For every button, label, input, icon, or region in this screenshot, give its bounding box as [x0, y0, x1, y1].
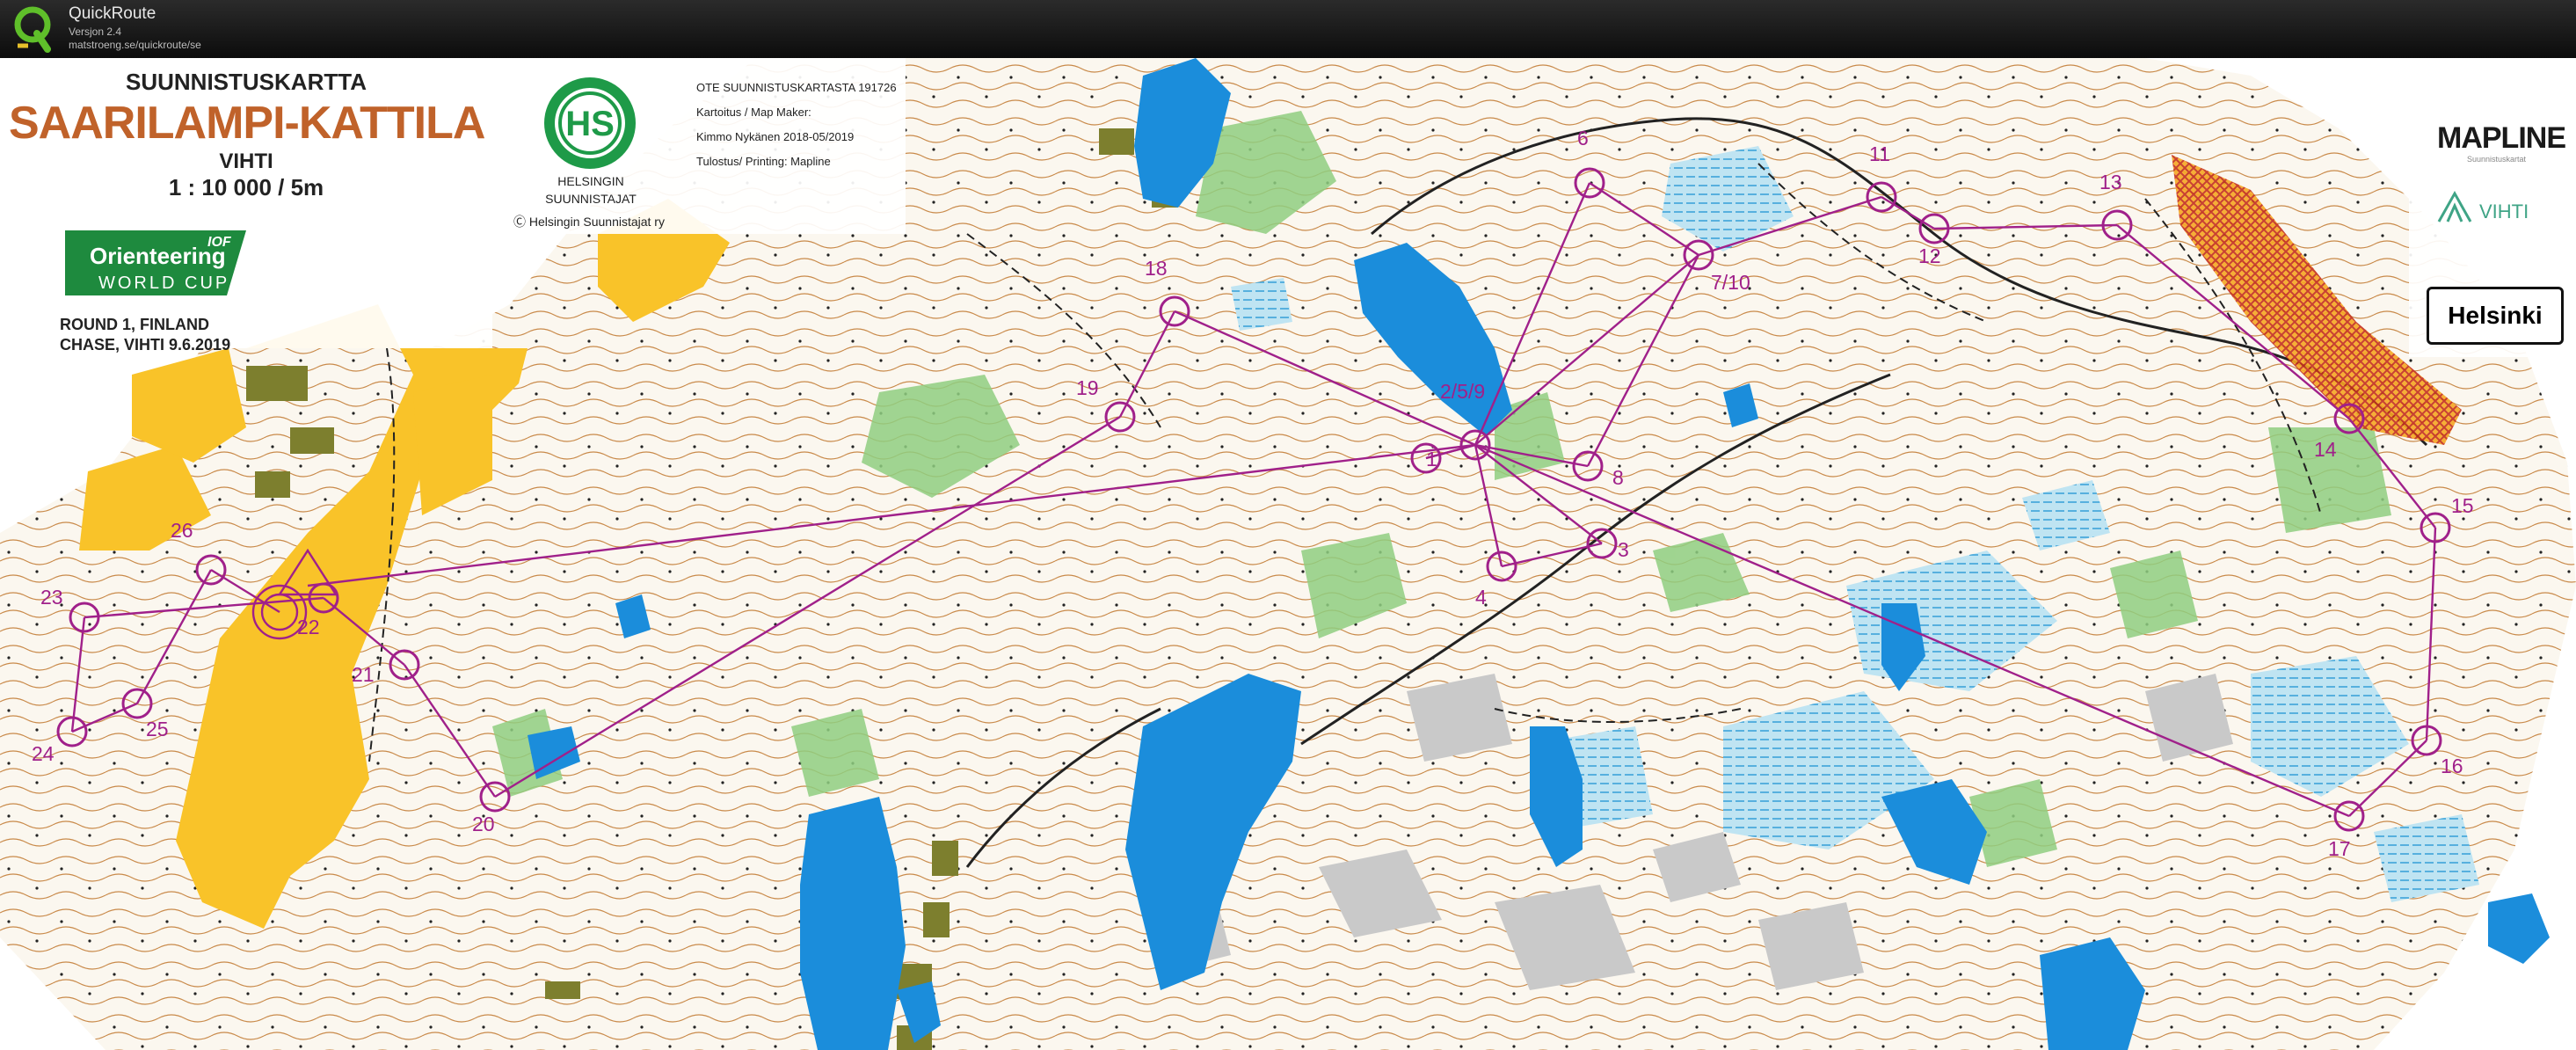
- control-label: 4: [1475, 586, 1487, 609]
- credits-line1: OTE SUUNNISTUSKARTASTA 191726: [696, 81, 897, 94]
- map-title-main: SAARILAMPI-KATTILA: [9, 98, 485, 149]
- control-label: 15: [2451, 494, 2474, 517]
- map-view[interactable]: 1 2/5/9 3 4 6 7/10 8 11 12 13 14 15 16 17 18 19 20 21 22 23…: [0, 58, 2576, 1050]
- wc-logo-line1: Orienteering: [90, 243, 226, 269]
- credits-line3: Kimmo Nykänen 2018-05/2019: [696, 130, 855, 143]
- control-label: 21: [352, 663, 375, 686]
- event-line2: CHASE, VIHTI 9.6.2019: [60, 336, 231, 354]
- control-label: 1: [1426, 448, 1437, 470]
- event-info: ROUND 1, FINLAND CHASE, VIHTI 9.6.2019: [60, 315, 230, 355]
- app-name: QuickRoute: [69, 4, 156, 23]
- wc-logo-line2: WORLD CUP: [98, 273, 229, 293]
- copyright-text: Helsingin Suunnistajat ry: [528, 215, 665, 229]
- quickroute-logo-icon: [14, 6, 51, 53]
- control-label: 23: [40, 586, 63, 609]
- control-label: 19: [1076, 376, 1099, 399]
- vihti-logo-icon: [2437, 190, 2472, 222]
- copyright-icon: Ⓒ: [513, 215, 526, 229]
- map-title-line1: SUUNNISTUSKARTTA: [126, 69, 367, 95]
- mapline-logo-sub: Suunnistuskartat: [2467, 155, 2527, 164]
- control-label: 3: [1618, 538, 1629, 561]
- credits-line2: Kartoitus / Map Maker:: [696, 106, 811, 119]
- control-label: 26: [171, 519, 193, 542]
- club-name-line1: HELSINGIN: [557, 174, 624, 188]
- control-label: 7/10: [1711, 271, 1750, 294]
- club-logo-letters: HS: [565, 105, 615, 143]
- control-label: 20: [472, 813, 495, 835]
- map-scale: 1 : 10 000 / 5m: [168, 174, 324, 201]
- control-label: 12: [1918, 244, 1941, 267]
- control-label: 6: [1577, 127, 1589, 149]
- control-label: 22: [297, 616, 320, 638]
- orienteering-map[interactable]: [0, 58, 2576, 1050]
- vihti-logo: VIHTI: [2479, 201, 2529, 222]
- control-label: 25: [146, 718, 169, 740]
- app-url: matstroeng.se/quickroute/se: [69, 39, 201, 51]
- control-label: 2/5/9: [1440, 380, 1486, 403]
- control-label: 17: [2328, 837, 2351, 860]
- orienteering-world-cup-logo-icon: Orienteering WORLD CUP IOF: [60, 225, 251, 301]
- wc-logo-badge: IOF: [207, 235, 232, 250]
- club-name-line2: SUUNNISTAJAT: [545, 192, 637, 206]
- club-name: HELSINGIN SUUNNISTAJAT: [512, 172, 670, 208]
- control-label: 8: [1612, 466, 1624, 489]
- control-label: 16: [2441, 755, 2463, 777]
- control-label: 24: [32, 742, 55, 765]
- app-version: Versjon 2.4: [69, 26, 122, 38]
- helsinki-logo: Helsinki: [2427, 287, 2564, 345]
- control-label: 13: [2099, 171, 2122, 193]
- control-label: 18: [1145, 257, 1168, 280]
- event-line1: ROUND 1, FINLAND: [60, 316, 209, 333]
- map-credits: OTE SUUNNISTUSKARTASTA 191726 Kartoitus …: [696, 76, 897, 174]
- mapline-logo: MAPLINE: [2437, 121, 2566, 155]
- window-titlebar: QuickRoute Versjon 2.4 matstroeng.se/qui…: [0, 0, 2576, 58]
- control-label: 11: [1869, 142, 1890, 165]
- copyright-notice: Ⓒ Helsingin Suunnistajat ry: [513, 213, 665, 230]
- control-label: 14: [2314, 438, 2337, 461]
- credits-line4: Tulostus/ Printing: Mapline: [696, 155, 831, 168]
- helsingin-suunnistajat-logo-icon: HS: [544, 77, 636, 169]
- map-location: VIHTI: [219, 149, 273, 173]
